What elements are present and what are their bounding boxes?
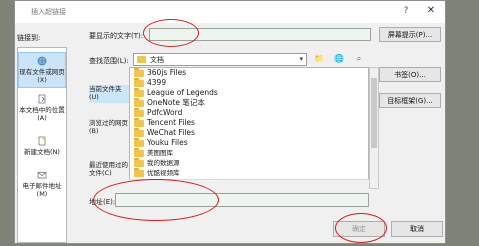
globe-icon	[37, 56, 47, 66]
document-place-icon	[38, 94, 46, 104]
folder-icon	[134, 88, 144, 97]
list-item[interactable]: League of Legends	[130, 88, 368, 98]
vertical-scrollbar[interactable]	[369, 67, 379, 189]
display-text-label: 要显示的文字(T):	[89, 32, 144, 40]
current-folder-tab[interactable]: 当前文件夹(U)	[89, 85, 129, 103]
link-place-label: 本文档中的位置(A)	[19, 106, 65, 122]
list-item[interactable]: Youku Files	[130, 138, 368, 148]
chevron-down-icon: ▾	[299, 55, 303, 63]
list-item[interactable]: 我的数据源	[130, 158, 368, 168]
bookmark-button[interactable]: 书签(O)...	[379, 67, 441, 82]
current-folder-label: 当前文件夹(U)	[89, 85, 122, 101]
folder-icon	[134, 148, 144, 157]
browsed-pages-tab[interactable]: 浏览过的网页(B)	[89, 119, 129, 137]
link-to-panel: 现有文件或网页(X) 本文档中的位置(A) 新建文档(N) 电子邮件地址(M)	[17, 47, 67, 243]
list-item[interactable]: 优酷视频库	[130, 168, 368, 178]
file-name: Youku Files	[147, 138, 188, 147]
link-email-label: 电子邮件地址(M)	[22, 182, 62, 198]
file-name: League of Legends	[147, 88, 218, 97]
up-folder-icon[interactable]: 📁	[313, 53, 325, 65]
list-item[interactable]: Tencent Files	[130, 118, 368, 128]
red-annotation-circle	[335, 213, 387, 243]
link-place-in-document[interactable]: 本文档中的位置(A)	[18, 94, 66, 128]
folder-icon	[134, 78, 144, 87]
look-in-label: 查找范围(L):	[89, 57, 129, 65]
folder-icon	[137, 56, 146, 63]
help-button[interactable]: ?	[399, 4, 413, 18]
folder-icon	[134, 158, 144, 167]
browse-web-icon[interactable]: 🌐	[333, 53, 345, 65]
red-annotation-circle	[143, 19, 199, 47]
folder-icon	[134, 108, 144, 117]
link-existing-label: 现有文件或网页(X)	[19, 68, 65, 84]
screentip-button[interactable]: 屏幕提示(P)...	[379, 27, 441, 42]
scrollbar-thumb[interactable]	[371, 78, 377, 148]
file-name: Tencent Files	[147, 118, 195, 127]
folder-icon	[134, 68, 144, 77]
close-button[interactable]: ✕	[423, 4, 439, 18]
title-bar: 插入超链接 ? ✕	[15, 1, 445, 23]
folder-icon	[134, 128, 144, 137]
dialog-title: 插入超链接	[31, 8, 66, 16]
red-annotation-circle	[93, 179, 219, 221]
look-in-value: 文档	[150, 56, 164, 64]
link-email-address[interactable]: 电子邮件地址(M)	[18, 170, 66, 202]
cancel-button[interactable]: 取消	[391, 221, 443, 237]
search-icon[interactable]: ⌕	[353, 53, 365, 65]
list-item[interactable]: WeChat Files	[130, 128, 368, 138]
file-name: 优酷视频库	[147, 169, 180, 177]
list-item[interactable]: 360js Files	[130, 68, 368, 78]
link-existing-file-or-webpage[interactable]: 现有文件或网页(X)	[18, 52, 66, 88]
look-in-dropdown[interactable]: 文档 ▾	[133, 53, 307, 66]
new-document-icon	[38, 136, 47, 146]
folder-icon	[134, 138, 144, 147]
file-name: OneNote 笔记本	[147, 98, 205, 107]
insert-hyperlink-dialog: 插入超链接 ? ✕ 链接到: 现有文件或网页(X) 本文档中的位置(A) 新建文…	[14, 0, 446, 244]
file-name: 4399	[147, 78, 167, 87]
link-new-document[interactable]: 新建文档(N)	[18, 136, 66, 166]
target-frame-button[interactable]: 目标框架(G)...	[379, 93, 441, 108]
link-new-document-label: 新建文档(N)	[24, 148, 60, 156]
recent-files-tab[interactable]: 最近使用过的文件(C)	[89, 161, 129, 179]
email-icon	[37, 172, 47, 179]
file-list[interactable]: 360js Files 4399 League of Legends OneNo…	[129, 67, 369, 189]
file-name: 美图图库	[147, 149, 173, 157]
file-name: 我的数据源	[147, 159, 180, 167]
file-name: 360js Files	[147, 68, 187, 77]
browsed-pages-label: 浏览过的网页(B)	[89, 119, 128, 135]
list-item[interactable]: 美图图库	[130, 148, 368, 158]
folder-icon	[134, 168, 144, 177]
file-name: PdfcWord	[147, 108, 183, 117]
list-item[interactable]: PdfcWord	[130, 108, 368, 118]
file-name: WeChat Files	[147, 128, 195, 137]
recent-files-label: 最近使用过的文件(C)	[89, 161, 128, 177]
link-to-label: 链接到:	[17, 34, 41, 42]
list-item[interactable]: 4399	[130, 78, 368, 88]
folder-icon	[134, 98, 144, 107]
list-item[interactable]: OneNote 笔记本	[130, 98, 368, 108]
folder-icon	[134, 118, 144, 127]
